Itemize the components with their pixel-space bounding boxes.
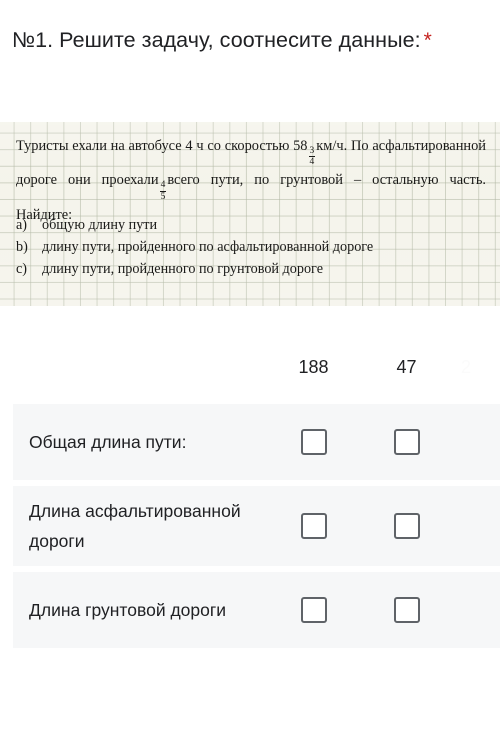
grid-column-headers: 188 47 2 xyxy=(13,345,500,389)
fraction-denominator: 4 xyxy=(308,156,316,168)
table-row: Длина асфальтированной дороги xyxy=(13,486,500,566)
problem-text-part-1: Туристы ехали на автобусе 4 ч со скорост… xyxy=(16,138,308,154)
fraction-four-fifths: 45 xyxy=(159,180,167,202)
checkbox-row0-col1[interactable] xyxy=(393,429,420,455)
table-row: Длина грунтовой дороги xyxy=(13,572,500,648)
grid-cell[interactable] xyxy=(453,597,500,623)
required-asterisk: * xyxy=(423,29,432,52)
list-item-label: длину пути, пройденного по грунтовой дор… xyxy=(42,261,323,277)
table-row: Общая длина пути: xyxy=(13,404,500,480)
list-item: c) длину пути, пройденного по грунтовой … xyxy=(16,258,486,280)
list-item: a) общую длину пути xyxy=(16,214,486,236)
question-title-text: №1. Решите задачу, соотнесите данные: xyxy=(12,28,421,52)
fraction-denominator: 5 xyxy=(159,190,167,202)
list-item-marker: a) xyxy=(16,217,28,233)
grid-cell[interactable] xyxy=(453,513,500,539)
grid-rows: Общая длина пути: Длина асфальтированной… xyxy=(13,404,500,654)
list-item: b) длину пути, пройденного по асфальтиро… xyxy=(16,236,486,258)
grid-cell[interactable] xyxy=(360,429,453,455)
grid-cell[interactable] xyxy=(267,597,360,623)
list-item-marker: c) xyxy=(16,261,28,277)
column-header-188: 188 xyxy=(298,356,329,377)
checkbox-row2-col0[interactable] xyxy=(300,597,327,623)
checkbox-row0-col0[interactable] xyxy=(300,429,327,455)
grid-cell[interactable] xyxy=(267,429,360,455)
list-item-label: общую длину пути xyxy=(42,217,158,233)
fraction-numerator: 3 xyxy=(309,145,315,156)
mixed-fraction-three-quarters: 34 xyxy=(308,145,316,168)
question-title: №1. Решите задачу, соотнесите данные: * xyxy=(12,22,482,59)
problem-statement-image: Туристы ехали на автобусе 4 ч со скорост… xyxy=(0,122,500,306)
fraction-numerator: 4 xyxy=(160,180,166,191)
list-item-label: длину пути, пройденного по асфальтирован… xyxy=(42,239,374,255)
grid-cell[interactable] xyxy=(453,429,500,455)
checkbox-row1-col0[interactable] xyxy=(300,513,327,539)
list-item-marker: b) xyxy=(16,239,28,255)
row-label-dirt-road-length: Длина грунтовой дороги xyxy=(29,600,227,620)
column-header-47: 47 xyxy=(396,356,417,377)
grid-cell[interactable] xyxy=(360,513,453,539)
grid-cell[interactable] xyxy=(267,513,360,539)
row-label-asphalt-road-length: Длина асфальтированной дороги xyxy=(29,501,241,551)
checkbox-row2-col1[interactable] xyxy=(393,597,420,623)
form-question-page: №1. Решите задачу, соотнесите данные: * Т… xyxy=(0,0,500,735)
problem-sub-questions: a) общую длину пути b) длину пути, пройд… xyxy=(16,214,486,280)
column-header-cut-off: 2 xyxy=(461,356,472,377)
grid-cell[interactable] xyxy=(360,597,453,623)
row-label-total-length: Общая длина пути: xyxy=(29,432,187,452)
checkbox-row1-col1[interactable] xyxy=(393,513,420,539)
